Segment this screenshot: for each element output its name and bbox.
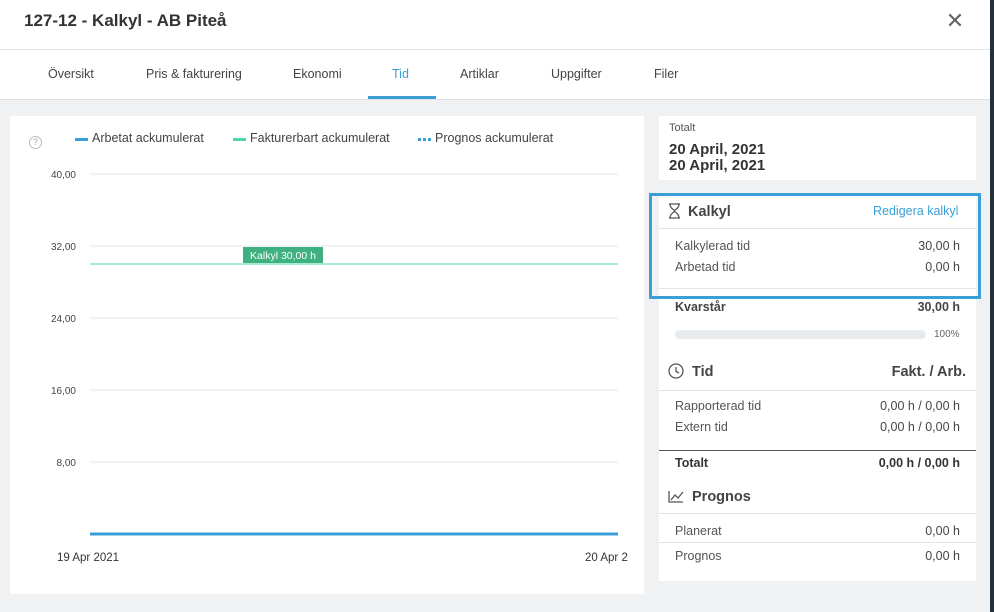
totalt-label: Totalt bbox=[669, 122, 696, 134]
divider bbox=[659, 390, 976, 391]
tab-oversikt[interactable]: Översikt bbox=[48, 67, 94, 81]
kalkyl-label-text: Kalkyl 30,00 h bbox=[250, 250, 316, 262]
tid-total-value: 0,00 h / 0,00 h bbox=[878, 456, 960, 470]
tab-tid[interactable]: Tid bbox=[392, 67, 409, 81]
extern-tid-value: 0,00 h / 0,00 h bbox=[880, 420, 960, 434]
tab-bar: Översikt Pris & fakturering Ekonomi Tid … bbox=[0, 50, 990, 100]
extern-tid-label: Extern tid bbox=[675, 420, 728, 434]
kalkyl-highlight-box bbox=[649, 193, 981, 299]
totalt-date-2: 20 April, 2021 bbox=[669, 157, 766, 174]
time-chart-card: ? Arbetat ackumulerat Fakturerbart ackum… bbox=[10, 116, 644, 594]
close-icon[interactable]: ✕ bbox=[944, 10, 966, 32]
modal-header: 127-12 - Kalkyl - AB Piteå ✕ bbox=[0, 0, 994, 50]
progress-percent: 100% bbox=[934, 329, 960, 340]
prognos-title: Prognos bbox=[692, 489, 751, 505]
y-tick-label: 8,00 bbox=[57, 458, 77, 469]
rapporterad-tid-label: Rapporterad tid bbox=[675, 399, 762, 413]
prognos-label: Prognos bbox=[675, 549, 722, 563]
tab-uppgifter[interactable]: Uppgifter bbox=[551, 67, 602, 81]
tab-artiklar[interactable]: Artiklar bbox=[460, 67, 499, 81]
divider bbox=[659, 513, 976, 514]
totalt-card: Totalt 20 April, 2021 20 April, 2021 bbox=[659, 116, 976, 180]
totalt-date-1: 20 April, 2021 bbox=[669, 141, 766, 158]
kvarstar-value: 30,00 h bbox=[917, 300, 960, 314]
planerat-value: 0,00 h bbox=[925, 524, 960, 538]
progress-track bbox=[675, 330, 926, 339]
rapporterad-tid-value: 0,00 h / 0,00 h bbox=[880, 399, 960, 413]
y-tick-label: 16,00 bbox=[51, 386, 76, 397]
divider bbox=[659, 542, 976, 543]
line-chart: 40,00 32,00 24,00 16,00 8,00 19 Apr 2021 20 Ap… bbox=[51, 170, 628, 564]
clock-icon bbox=[668, 363, 684, 379]
active-tab-indicator bbox=[368, 96, 436, 99]
planerat-label: Planerat bbox=[675, 524, 722, 538]
tid-columns-label: Fakt. / Arb. bbox=[891, 364, 966, 380]
window-edge bbox=[990, 0, 994, 612]
tab-filer[interactable]: Filer bbox=[654, 67, 678, 81]
y-tick-label: 40,00 bbox=[51, 170, 76, 181]
total-divider bbox=[659, 450, 976, 451]
tid-title: Tid bbox=[692, 364, 714, 380]
x-tick-label: 19 Apr 2021 bbox=[57, 552, 119, 564]
tab-pris-fakturering[interactable]: Pris & fakturering bbox=[146, 67, 242, 81]
tab-ekonomi[interactable]: Ekonomi bbox=[293, 67, 342, 81]
tid-total-label: Totalt bbox=[675, 456, 709, 470]
y-tick-label: 32,00 bbox=[51, 242, 76, 253]
trend-chart-icon bbox=[668, 490, 684, 503]
y-tick-label: 24,00 bbox=[51, 314, 76, 325]
prognos-value: 0,00 h bbox=[925, 549, 960, 563]
page-title: 127-12 - Kalkyl - AB Piteå bbox=[24, 11, 227, 30]
x-tick-label: 20 Apr 2 bbox=[585, 552, 628, 564]
kvarstar-label: Kvarstår bbox=[675, 300, 726, 314]
